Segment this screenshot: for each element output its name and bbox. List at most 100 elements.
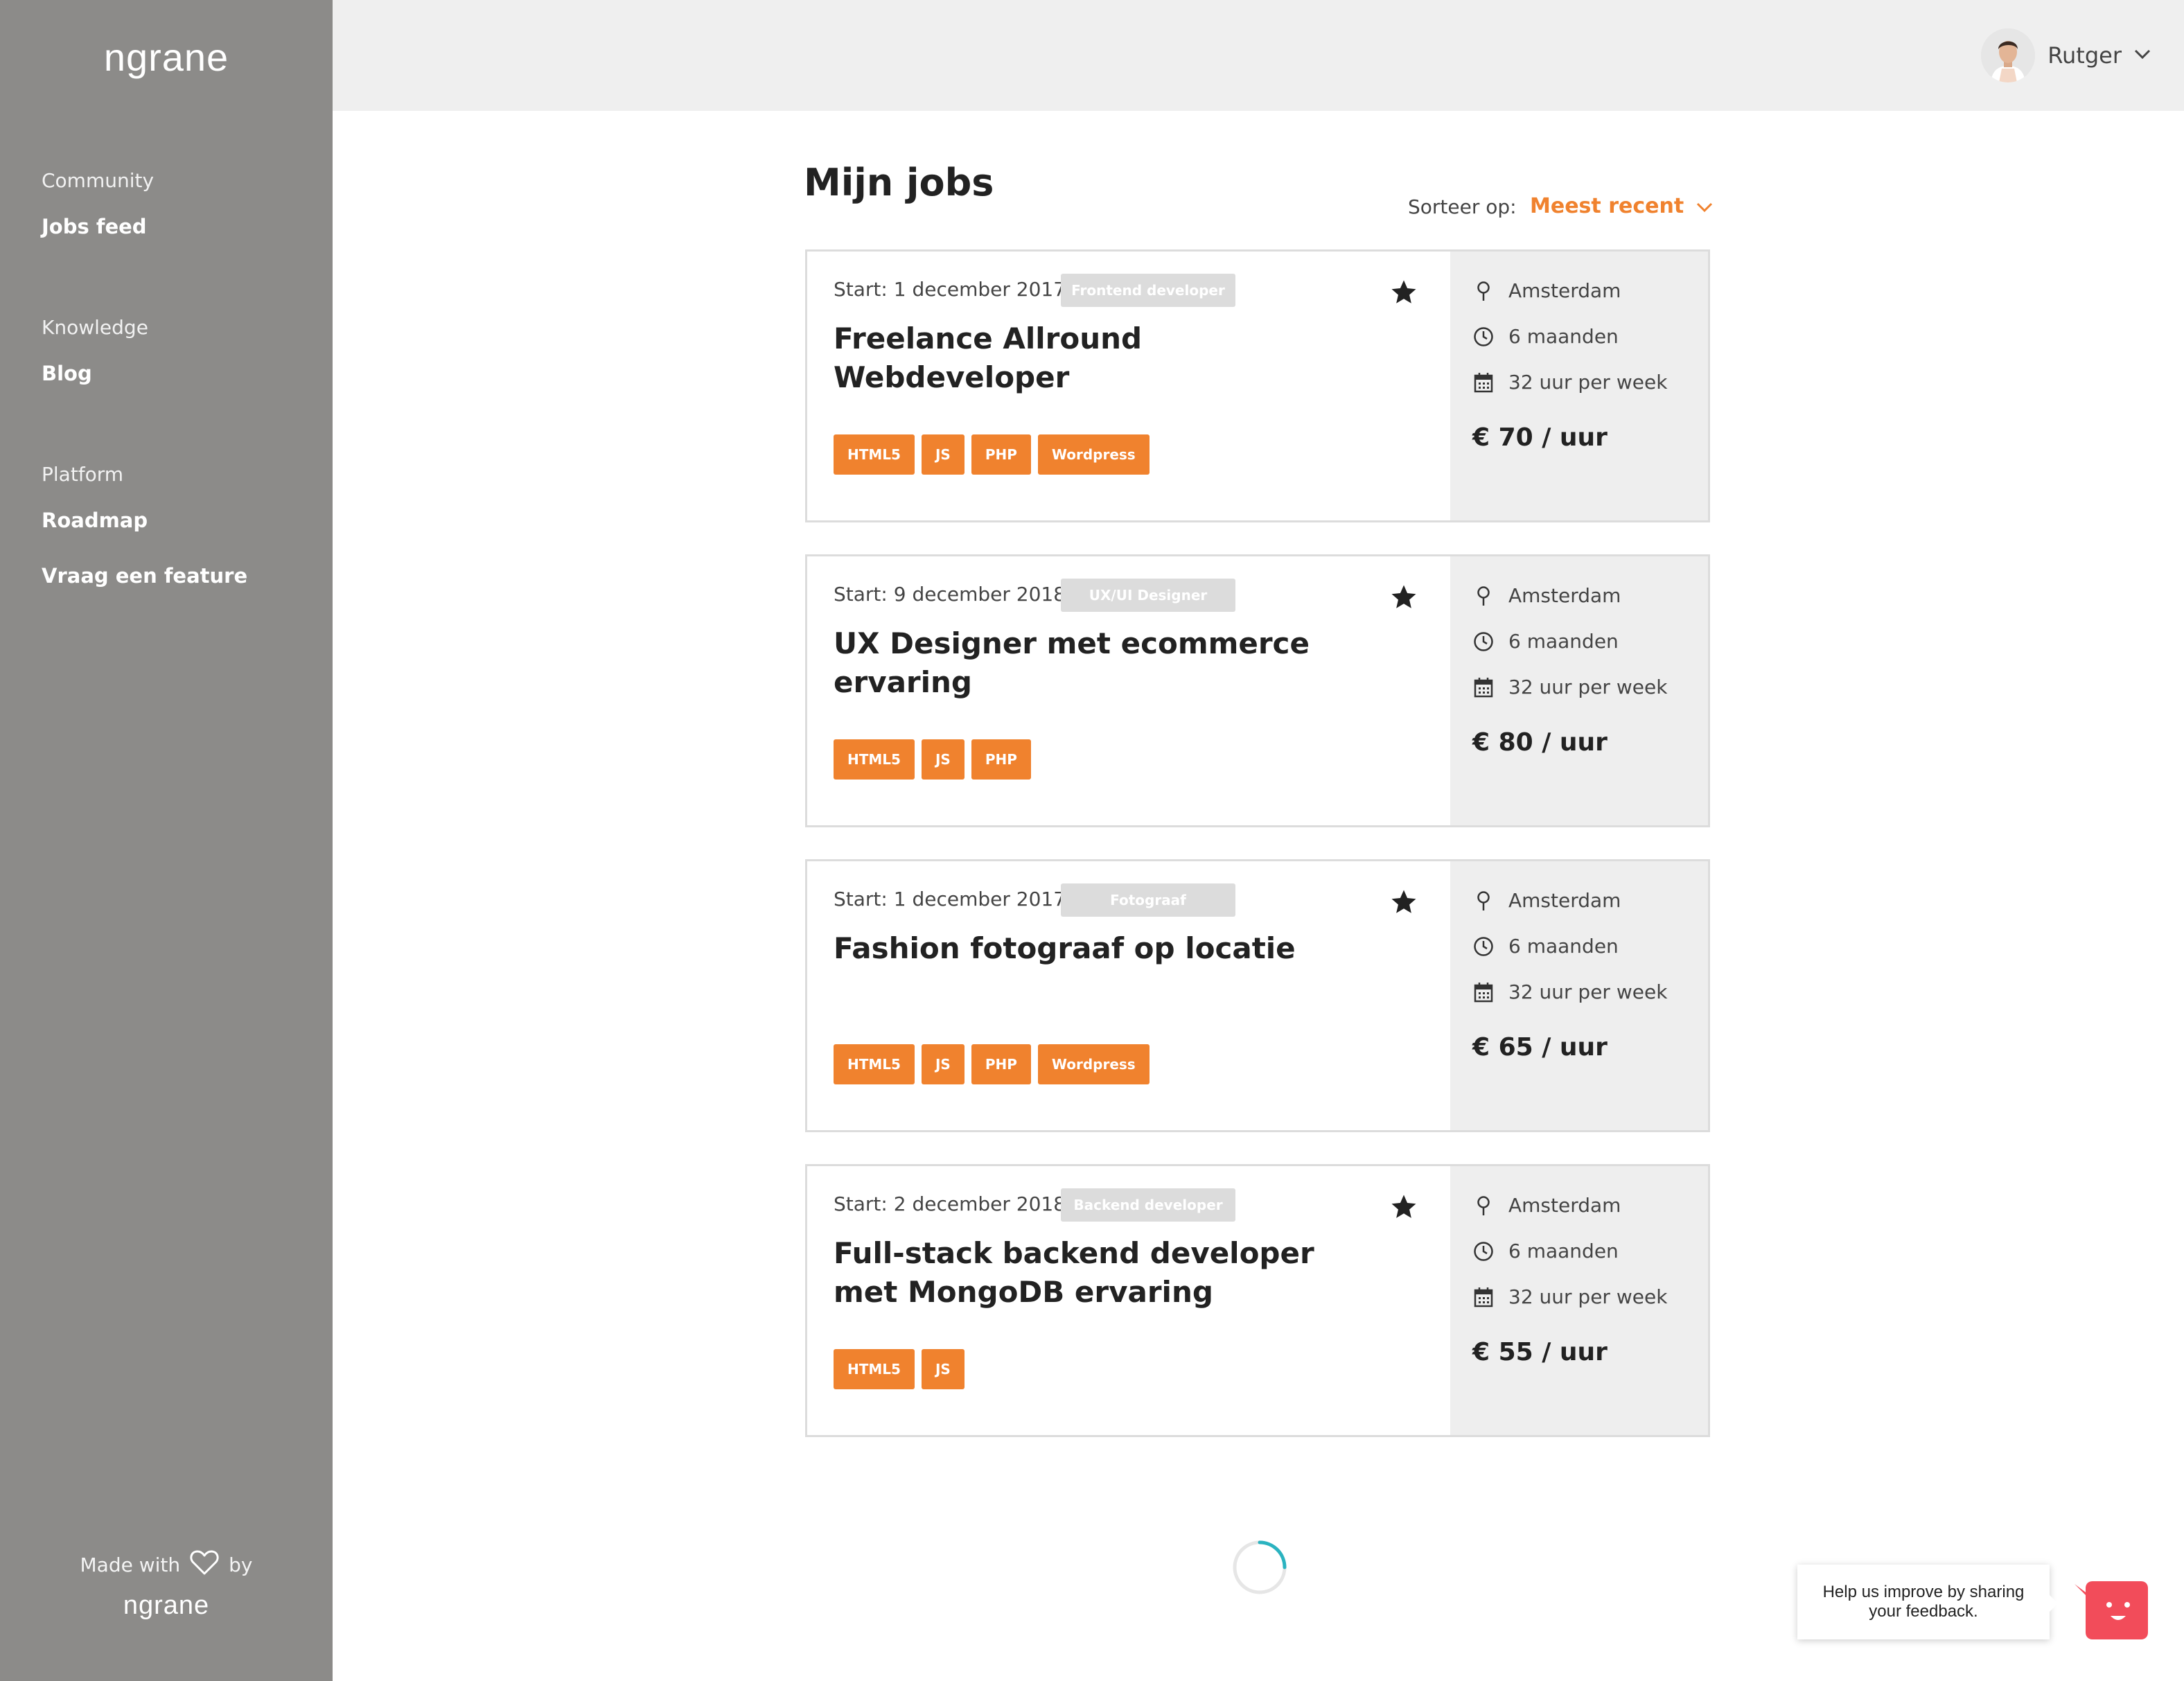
job-tags: HTML5 JS PHP	[834, 739, 1031, 780]
job-title[interactable]: UX Designer met ecommerce ervaring	[834, 624, 1360, 702]
job-card-details: Amsterdam 6 maanden 32 uur per week € 55…	[1450, 1166, 1708, 1435]
job-start-date: Start: 2 december 2018	[834, 1192, 1066, 1215]
chevron-down-icon[interactable]	[1696, 194, 1713, 218]
job-start-date: Start: 9 december 2018	[834, 583, 1066, 606]
job-hours-label: 32 uur per week	[1508, 1285, 1668, 1308]
nav-section-community: Community	[42, 169, 155, 192]
job-category-badge: Frontend developer	[1061, 274, 1235, 307]
job-hours: 32 uur per week	[1472, 676, 1667, 698]
job-duration-label: 6 maanden	[1508, 1240, 1619, 1262]
tag-wordpress[interactable]: Wordpress	[1037, 1044, 1150, 1084]
job-card[interactable]: Start: 2 december 2018 Backend developer…	[805, 1164, 1710, 1437]
job-card-main: Start: 9 december 2018 UX/UI Designer UX…	[807, 556, 1452, 825]
feedback-tooltip: Help us improve by sharing your feedback…	[1797, 1565, 2058, 1639]
job-card[interactable]: Start: 9 december 2018 UX/UI Designer UX…	[805, 554, 1710, 827]
job-duration: 6 maanden	[1472, 325, 1619, 348]
job-start-date: Start: 1 december 2017	[834, 278, 1066, 301]
job-rate: € 55 / uur	[1472, 1338, 1608, 1366]
chevron-down-icon[interactable]	[2134, 49, 2151, 62]
job-hours-label: 32 uur per week	[1508, 676, 1668, 698]
sort-dropdown[interactable]: Meest recent	[1530, 194, 1713, 218]
job-title[interactable]: Fashion fotograaf op locatie	[834, 929, 1360, 968]
job-rate: € 80 / uur	[1472, 728, 1608, 757]
job-location-label: Amsterdam	[1508, 279, 1621, 302]
job-location: Amsterdam	[1472, 584, 1621, 607]
location-pin-icon	[1472, 280, 1495, 302]
job-location-label: Amsterdam	[1508, 889, 1621, 912]
tag-php[interactable]: PHP	[971, 1044, 1031, 1084]
location-pin-icon	[1472, 1195, 1495, 1217]
job-title[interactable]: Full-stack backend developer met MongoDB…	[834, 1234, 1360, 1312]
tag-html5[interactable]: HTML5	[834, 1349, 915, 1389]
tag-html5[interactable]: HTML5	[834, 434, 915, 475]
job-rate: € 70 / uur	[1472, 423, 1608, 452]
job-location: Amsterdam	[1472, 279, 1621, 302]
job-title[interactable]: Freelance Allround Webdeveloper	[834, 319, 1360, 397]
job-location: Amsterdam	[1472, 889, 1621, 912]
job-tags: HTML5 JS PHP Wordpress	[834, 1044, 1150, 1084]
page-title: Mijn jobs	[804, 161, 994, 204]
job-duration-label: 6 maanden	[1508, 935, 1619, 958]
made-with-credit: Made with by	[0, 1549, 333, 1581]
tag-js[interactable]: JS	[921, 739, 965, 780]
calendar-icon	[1472, 981, 1495, 1003]
sort-value[interactable]: Meest recent	[1530, 194, 1684, 218]
job-hours-label: 32 uur per week	[1508, 980, 1668, 1003]
star-icon[interactable]	[1389, 1192, 1418, 1222]
job-card[interactable]: Start: 1 december 2017 Fotograaf Fashion…	[805, 859, 1710, 1132]
job-location-label: Amsterdam	[1508, 1194, 1621, 1217]
nav-section-platform: Platform	[42, 463, 124, 486]
clock-icon	[1472, 326, 1495, 348]
clock-icon	[1472, 935, 1495, 958]
location-pin-icon	[1472, 585, 1495, 607]
star-icon[interactable]	[1389, 888, 1418, 917]
tag-php[interactable]: PHP	[971, 739, 1031, 780]
job-location: Amsterdam	[1472, 1194, 1621, 1217]
job-duration-label: 6 maanden	[1508, 325, 1619, 348]
tag-wordpress[interactable]: Wordpress	[1037, 434, 1150, 475]
job-category-badge: Backend developer	[1061, 1188, 1235, 1222]
job-category-badge: Fotograaf	[1061, 883, 1235, 917]
star-icon[interactable]	[1389, 278, 1418, 307]
user-menu[interactable]: Rutger	[1981, 28, 2151, 83]
feedback-smiley-icon[interactable]	[2075, 1581, 2148, 1639]
job-card-main: Start: 2 december 2018 Backend developer…	[807, 1166, 1452, 1435]
sidebar-item-blog[interactable]: Blog	[42, 362, 92, 385]
job-category-badge: UX/UI Designer	[1061, 579, 1235, 612]
job-hours: 32 uur per week	[1472, 1285, 1667, 1308]
star-icon[interactable]	[1389, 583, 1418, 612]
tag-js[interactable]: JS	[921, 1044, 965, 1084]
user-name[interactable]: Rutger	[2048, 42, 2122, 69]
tag-js[interactable]: JS	[921, 434, 965, 475]
loading-spinner-icon	[1233, 1540, 1287, 1594]
sidebar: ngrane Community Jobs feed Knowledge Blo…	[0, 0, 333, 1681]
job-hours: 32 uur per week	[1472, 371, 1667, 394]
sidebar-item-jobs-feed[interactable]: Jobs feed	[42, 215, 147, 238]
sort-label: Sorteer op:	[1408, 195, 1517, 218]
clock-icon	[1472, 631, 1495, 653]
avatar[interactable]	[1981, 28, 2036, 82]
sidebar-item-roadmap[interactable]: Roadmap	[42, 509, 148, 532]
sidebar-item-vraag-een-feature[interactable]: Vraag een feature	[42, 564, 247, 588]
tag-html5[interactable]: HTML5	[834, 739, 915, 780]
footer-logo[interactable]: ngrane	[0, 1591, 333, 1621]
job-card-main: Start: 1 december 2017 Fotograaf Fashion…	[807, 861, 1452, 1130]
job-tags: HTML5 JS	[834, 1349, 965, 1389]
nav-section-knowledge: Knowledge	[42, 316, 148, 339]
job-card[interactable]: Start: 1 december 2017 Frontend develope…	[805, 249, 1710, 522]
sidebar-logo[interactable]: ngrane	[0, 35, 333, 80]
clock-icon	[1472, 1240, 1495, 1262]
made-with-label: Made with	[80, 1554, 181, 1576]
job-duration: 6 maanden	[1472, 1240, 1619, 1262]
job-card-main: Start: 1 december 2017 Frontend develope…	[807, 252, 1452, 520]
job-duration: 6 maanden	[1472, 935, 1619, 958]
job-location-label: Amsterdam	[1508, 584, 1621, 607]
tag-php[interactable]: PHP	[971, 434, 1031, 475]
job-rate: € 65 / uur	[1472, 1033, 1608, 1062]
tag-html5[interactable]: HTML5	[834, 1044, 915, 1084]
top-bar: Rutger	[333, 0, 2184, 111]
job-card-details: Amsterdam 6 maanden 32 uur per week € 65…	[1450, 861, 1708, 1130]
tag-js[interactable]: JS	[921, 1349, 965, 1389]
job-duration-label: 6 maanden	[1508, 630, 1619, 653]
calendar-icon	[1472, 371, 1495, 394]
